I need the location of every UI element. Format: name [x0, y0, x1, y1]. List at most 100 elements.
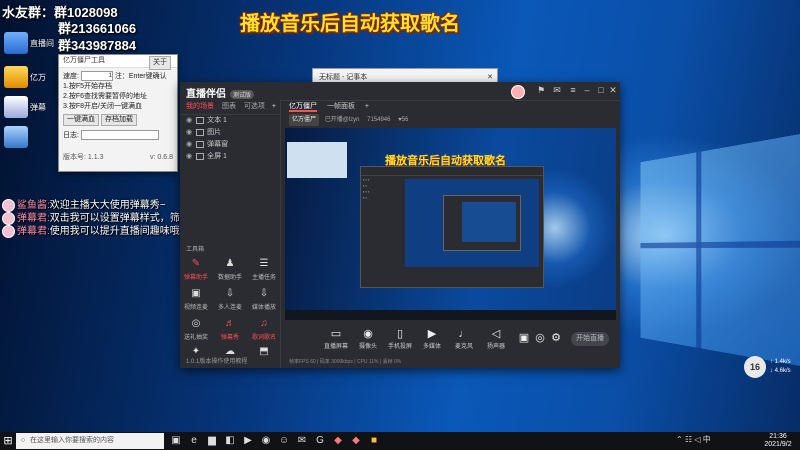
nested-left-panel: ▪ ▪ ▪ ▪ ▪ ▪ ▪ ▪ ▪ ▪ [363, 177, 370, 200]
speed-badge[interactable]: 16 [744, 356, 766, 378]
user-avatar[interactable] [511, 85, 525, 99]
taskbar-search[interactable]: ○ 在这里输入你要搜索的内容 [16, 433, 164, 449]
menu-icon[interactable]: ≡ [568, 85, 578, 95]
screen-capture-button[interactable]: ▭ 直播屏幕 [321, 328, 351, 350]
source-icon [196, 128, 205, 136]
full-hp-button[interactable]: 一键满血 [63, 113, 99, 126]
tool-danmu-show[interactable]: ♬ 弹幕秀 [214, 318, 246, 341]
store-icon[interactable]: ◧ [224, 434, 236, 448]
preview-desktop-icons [287, 142, 353, 242]
wechat-icon[interactable]: ✉ [296, 434, 308, 448]
settings-icon[interactable]: ⚙ [549, 332, 563, 345]
eye-icon[interactable]: ◉ [186, 129, 192, 136]
tab-charts[interactable]: 图表 [222, 103, 236, 110]
eye-icon[interactable]: ◉ [186, 141, 192, 148]
clock[interactable]: 21:36 2021/9/2 [758, 433, 798, 449]
tool-window-titlebar: 亿万僵尸工具 关于 [59, 55, 177, 70]
live-preview[interactable]: 播放音乐后自动获取歌名 ▪ ▪ ▪ ▪ ▪ ▪ ▪ ▪ ▪ ▪ [285, 128, 616, 320]
tab-scene-panel[interactable]: 一帧面板 [327, 103, 355, 110]
close-icon[interactable]: ✕ [608, 85, 618, 95]
tutorial-link[interactable]: 1.0.1版本操作使用教程 [180, 356, 286, 368]
speaker-button[interactable]: ◁ 扬声器 [481, 328, 511, 350]
nested-nested-preview [462, 202, 516, 242]
source-icon [196, 140, 205, 148]
edge-icon[interactable]: e [188, 434, 200, 448]
video-icon: ▣ [191, 288, 201, 299]
tool-multi-link[interactable]: ⇩ 多人连麦 [214, 288, 246, 311]
tool-danmu-assistant[interactable]: ✎ 弹幕助手 [180, 258, 212, 281]
tab-options[interactable]: 可选项 [244, 103, 265, 110]
tool-data-assistant[interactable]: ♟ 数据助手 [214, 258, 246, 281]
tool-media-play[interactable]: ⇩ 媒体播放 [248, 288, 280, 311]
nested-nested-app [443, 195, 521, 251]
toolbox-heading: 工具箱 [186, 247, 205, 253]
tab-scene-yiwan[interactable]: 亿万僵尸 [289, 103, 317, 112]
task-view-icon[interactable]: ▣ [170, 434, 182, 448]
add-scene-button[interactable]: + [365, 103, 369, 110]
load-save-button[interactable]: 存档加载 [100, 113, 137, 126]
maximize-icon[interactable]: □ [596, 85, 606, 95]
multimedia-button[interactable]: ▶ 多媒体 [417, 328, 447, 350]
app-icon[interactable]: ◆ [350, 434, 362, 448]
scene-item[interactable]: ◉ 弹幕窗 [180, 139, 280, 151]
record-icon[interactable]: ▣ [517, 332, 531, 345]
person-icon: ♟ [225, 258, 235, 269]
app-g-icon[interactable]: G [314, 434, 326, 448]
eye-icon[interactable]: ◉ [186, 117, 192, 124]
phone-icon: ▯ [396, 328, 404, 340]
tool-video-link[interactable]: ▣ 视频连麦 [180, 288, 212, 311]
app-icon[interactable]: ■ [368, 434, 380, 448]
log-field[interactable] [80, 129, 159, 140]
desktop-icon-danmu[interactable]: 弹幕 [4, 96, 62, 118]
microphone-icon: ♩ [458, 328, 470, 340]
build-label: v: 0.6.8 [150, 153, 173, 161]
list-icon: ☰ [259, 258, 269, 269]
phone-cast-button[interactable]: ▯ 手机投屏 [385, 328, 415, 350]
desktop-icon-live-room[interactable]: 直播间 [4, 32, 62, 54]
about-button[interactable]: 关于 [149, 56, 171, 70]
tool-anchor-task[interactable]: ☰ 主播任务 [248, 258, 280, 281]
eye-icon[interactable]: ◎ [533, 332, 547, 345]
window-title: 无标题 - 记事本 [319, 74, 368, 81]
desktop-icon-yiwan[interactable]: 亿万 [4, 66, 62, 88]
scene-item[interactable]: ◉ 全屏 1 [180, 151, 280, 163]
eye-icon[interactable]: ◉ [186, 153, 192, 160]
speed-note: 注：Enter键确认 [114, 72, 167, 80]
desktop-icon-shortcut[interactable] [4, 126, 62, 148]
room-id: 7154946 [367, 117, 391, 123]
windows-start-icon[interactable]: ⊞ [2, 434, 14, 448]
tray-arrow-icon[interactable]: ⌃ [676, 435, 683, 444]
scene-chip[interactable]: 亿万僵尸 [289, 114, 320, 126]
pen-icon: ✎ [191, 258, 201, 269]
search-icon: ○ [20, 437, 26, 444]
explorer-icon[interactable]: ▆ [206, 434, 218, 448]
mail-icon[interactable]: ✉ [552, 85, 562, 95]
main-area: 亿万僵尸 一帧面板 + 亿万僵尸 已开播@lzyn 7154946 ♥56 播放… [281, 100, 620, 368]
input-method[interactable]: 中 [703, 435, 711, 444]
tool-gift-draw[interactable]: ◎ 送礼抽奖 [180, 318, 212, 341]
app-icon[interactable]: ◆ [332, 434, 344, 448]
left-panel: 我的场景 图表 可选项 + ◉ 文本 1 ◉ 图片 ◉ 弹幕窗 ◉ 全屏 1 工具箱 ✎… [180, 100, 281, 368]
gift-icon[interactable]: ⚑ [536, 85, 546, 95]
qq-icon[interactable]: ☺ [278, 434, 290, 448]
tab-my-scenes[interactable]: 我的场景 [186, 103, 214, 110]
scene-tabs: 亿万僵尸 一帧面板 + [281, 100, 620, 114]
add-icon[interactable]: + [272, 100, 276, 114]
play-icon: ▶ [427, 328, 437, 340]
camera-button[interactable]: ◉ 摄像头 [353, 328, 383, 350]
volume-icon[interactable]: ◁ [694, 435, 700, 444]
scene-item[interactable]: ◉ 图片 [180, 127, 280, 139]
network-icon[interactable]: ☷ [685, 435, 692, 444]
minimize-icon[interactable]: – [582, 85, 592, 95]
scene-item[interactable]: ◉ 文本 1 [180, 115, 280, 127]
tool-lyrics[interactable]: ♫ 歌词歌名 [248, 318, 280, 341]
network-speed: ↑ 1.4k/s ↓ 4.6k/s [770, 359, 791, 374]
viewer-count: 56 [401, 117, 409, 123]
microphone-button[interactable]: ♩ 麦克风 [449, 328, 479, 350]
speed-input[interactable]: 1 [80, 71, 113, 81]
target-icon: ◎ [191, 318, 201, 329]
start-live-button[interactable]: 开始直播 [571, 332, 609, 346]
steam-icon[interactable]: ◉ [260, 434, 272, 448]
media-icon[interactable]: ▶ [242, 434, 254, 448]
download-icon: ⇩ [225, 288, 235, 299]
